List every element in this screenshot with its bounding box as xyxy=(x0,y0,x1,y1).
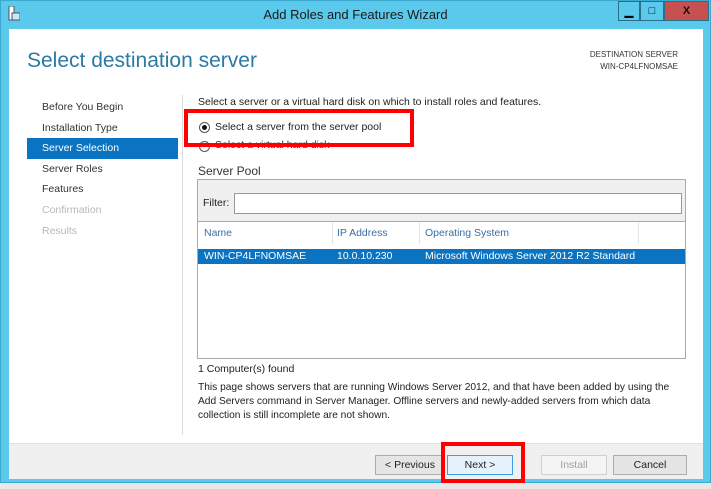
install-button: Install xyxy=(541,455,607,475)
nav-confirmation: Confirmation xyxy=(42,203,102,216)
wizard-nav: Before You Begin Installation Type Serve… xyxy=(27,97,178,241)
destination-value: WIN-CP4LFNOMSAE xyxy=(600,62,678,71)
page-title: Select destination server xyxy=(27,49,257,72)
highlight-box-radio xyxy=(184,109,414,147)
nav-results: Results xyxy=(42,224,78,237)
column-separator[interactable] xyxy=(419,222,420,244)
wizard-window: Add Roles and Features Wizard ▁ □ X Sele… xyxy=(0,0,711,483)
computers-found: 1 Computer(s) found xyxy=(198,363,295,375)
cell-ip: 10.0.10.230 xyxy=(337,250,393,262)
highlight-box-next xyxy=(441,442,525,483)
nav-features[interactable]: Features xyxy=(27,179,178,200)
wizard-footer: < Previous Next > Install Cancel xyxy=(9,443,703,479)
filter-bar: Filter: xyxy=(198,180,685,222)
column-ip-address[interactable]: IP Address xyxy=(337,227,388,239)
destination-label: DESTINATION SERVER xyxy=(589,50,678,59)
description-line: Add Servers command in Server Manager. O… xyxy=(198,396,651,407)
close-button[interactable]: X xyxy=(664,1,709,21)
server-pool-heading: Server Pool xyxy=(198,164,261,178)
filter-label: Filter: xyxy=(203,197,230,209)
description: This page shows servers that are running… xyxy=(198,381,669,423)
table-row[interactable]: WIN-CP4LFNOMSAE 10.0.10.230 Microsoft Wi… xyxy=(198,249,685,264)
previous-button[interactable]: < Previous xyxy=(375,455,445,475)
instruction-text: Select a server or a virtual hard disk o… xyxy=(198,96,542,108)
description-line: collection is still incomplete are not s… xyxy=(198,410,390,421)
cell-name: WIN-CP4LFNOMSAE xyxy=(204,250,307,262)
column-separator[interactable] xyxy=(332,222,333,244)
maximize-button[interactable]: □ xyxy=(640,1,664,21)
filter-input[interactable] xyxy=(234,193,682,214)
title-bar[interactable]: Add Roles and Features Wizard ▁ □ X xyxy=(1,1,710,28)
server-pool-panel: Filter: Name IP Address Operating System… xyxy=(197,179,686,359)
minimize-button[interactable]: ▁ xyxy=(618,1,640,21)
nav-before-you-begin[interactable]: Before You Begin xyxy=(27,97,178,118)
table-header: Name IP Address Operating System xyxy=(198,222,685,246)
column-name[interactable]: Name xyxy=(204,227,232,239)
nav-server-selection[interactable]: Server Selection xyxy=(27,138,178,159)
nav-server-roles[interactable]: Server Roles xyxy=(27,159,178,180)
column-operating-system[interactable]: Operating System xyxy=(425,227,509,239)
destination-server: DESTINATION SERVER WIN-CP4LFNOMSAE xyxy=(590,49,678,73)
column-separator[interactable] xyxy=(638,222,639,244)
nav-installation-type[interactable]: Installation Type xyxy=(27,118,178,139)
cancel-button[interactable]: Cancel xyxy=(613,455,687,475)
window-title: Add Roles and Features Wizard xyxy=(263,7,448,22)
nav-divider xyxy=(182,95,183,435)
description-line: This page shows servers that are running… xyxy=(198,382,670,393)
cell-os: Microsoft Windows Server 2012 R2 Standar… xyxy=(425,250,636,262)
wizard-client: Select destination server DESTINATION SE… xyxy=(9,29,703,479)
